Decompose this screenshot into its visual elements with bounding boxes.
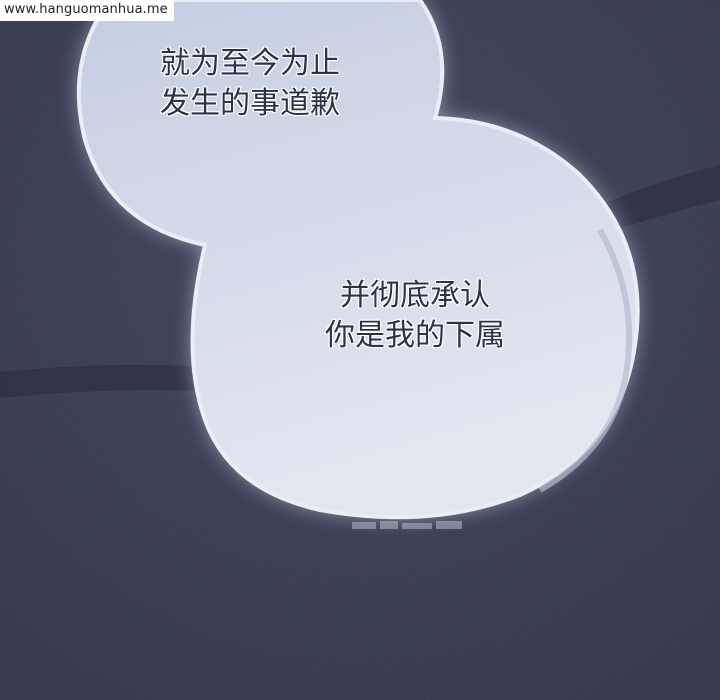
comic-panel: www.hanguomanhua.me 就为至今为止 发生的事道歉 并彻底承认 … (0, 0, 720, 700)
bubble-text-top-line-1: 就为至今为止 (160, 46, 340, 81)
bubble-text-top: 就为至今为止 发生的事道歉 (140, 44, 360, 124)
watermark-url: www.hanguomanhua.me (0, 0, 174, 21)
bubble-text-bottom: 并彻底承认 你是我的下属 (300, 276, 530, 356)
bubble-text-bottom-line-2: 你是我的下属 (325, 318, 505, 353)
bubble-text-bottom-line-1: 并彻底承认 (340, 278, 490, 313)
bubble-text-top-line-2: 发生的事道歉 (160, 86, 340, 121)
